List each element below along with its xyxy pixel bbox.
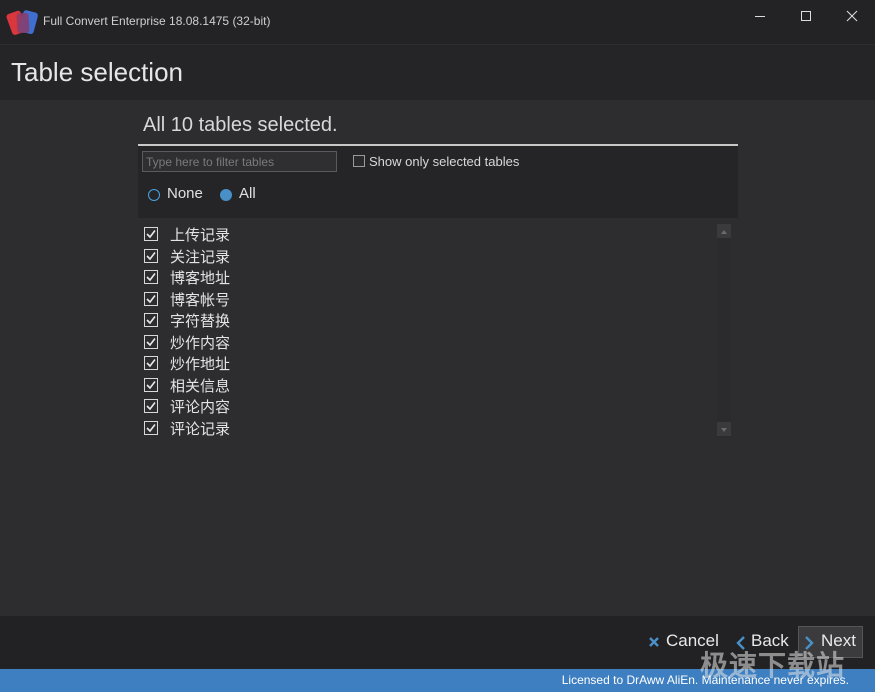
table-name: 博客帐号 <box>170 290 231 309</box>
table-name: 评论内容 <box>170 398 231 416</box>
arrow-down-icon <box>721 428 727 432</box>
close-button[interactable] <box>829 0 875 32</box>
app-logo-icon <box>6 7 40 37</box>
back-label: Back <box>751 631 789 650</box>
maximize-icon <box>801 11 811 21</box>
chevron-right-icon <box>805 636 814 650</box>
cancel-label: Cancel <box>666 631 719 650</box>
checkbox-checked-icon[interactable] <box>144 356 158 370</box>
table-list: 上传记录 关注记录 博客地址 博客帐号 字符替换 炒作内容 炒作地址 相关信息 … <box>138 222 738 439</box>
table-item[interactable]: 关注记录 <box>138 246 698 267</box>
radio-selected-icon[interactable] <box>220 189 232 201</box>
next-button[interactable]: Next <box>798 626 863 658</box>
checkbox-checked-icon[interactable] <box>144 377 158 392</box>
table-name: 相关信息 <box>170 376 231 395</box>
checkbox-checked-icon[interactable] <box>144 399 158 413</box>
checkbox-checked-icon[interactable] <box>144 291 158 306</box>
table-name: 炒作内容 <box>170 333 231 352</box>
table-name: 炒作地址 <box>170 355 231 373</box>
list-scrollbar[interactable] <box>717 224 731 438</box>
table-name: 上传记录 <box>170 226 231 244</box>
checkbox-checked-icon[interactable] <box>144 248 158 263</box>
selection-summary: All 10 tables selected. <box>143 114 338 136</box>
status-bar: Licensed to DrAww AliEn. Maintenance nev… <box>0 669 875 692</box>
table-name: 博客地址 <box>170 269 231 287</box>
minimize-icon <box>755 16 765 17</box>
checkbox-checked-icon[interactable] <box>144 420 158 435</box>
radio-none-label: None <box>167 185 203 202</box>
page-header: Table selection <box>0 45 875 100</box>
chevron-left-icon <box>736 636 745 650</box>
checkbox-checked-icon[interactable] <box>144 227 158 241</box>
table-item[interactable]: 炒作内容 <box>138 332 698 353</box>
x-icon <box>649 637 659 647</box>
table-item[interactable]: 炒作地址 <box>138 353 698 374</box>
back-button[interactable]: Back <box>734 628 792 658</box>
license-text: Licensed to DrAww AliEn. Maintenance nev… <box>561 673 849 687</box>
checkbox-checked-icon[interactable] <box>144 270 158 284</box>
wizard-footer: Cancel Back Next <box>0 616 875 669</box>
table-name: 评论记录 <box>170 419 231 438</box>
page-title: Table selection <box>11 57 183 87</box>
window-title: Full Convert Enterprise 18.08.1475 (32-b… <box>43 14 271 28</box>
checkbox-box[interactable] <box>353 155 365 167</box>
cancel-button[interactable]: Cancel <box>646 628 720 658</box>
table-item[interactable]: 评论记录 <box>138 418 698 439</box>
table-item[interactable]: 评论内容 <box>138 396 698 417</box>
table-item[interactable]: 相关信息 <box>138 375 698 396</box>
close-icon <box>846 10 858 22</box>
maximize-button[interactable] <box>783 0 829 32</box>
table-item[interactable]: 字符替换 <box>138 310 698 331</box>
minimize-button[interactable] <box>737 0 783 32</box>
filter-panel: Show only selected tables None All <box>138 146 738 218</box>
radio-all-label: All <box>239 185 256 202</box>
arrow-up-icon <box>721 230 727 234</box>
table-name: 字符替换 <box>170 312 231 330</box>
show-only-selected-label: Show only selected tables <box>369 154 520 169</box>
scroll-up-button[interactable] <box>717 224 731 238</box>
table-name: 关注记录 <box>170 247 231 266</box>
title-bar: Full Convert Enterprise 18.08.1475 (32-b… <box>0 0 875 44</box>
radio-unselected-icon[interactable] <box>148 189 160 201</box>
table-item[interactable]: 博客地址 <box>138 267 698 288</box>
filter-tables-input[interactable] <box>142 151 337 172</box>
next-label: Next <box>821 631 856 650</box>
table-item[interactable]: 上传记录 <box>138 224 698 245</box>
scroll-down-button[interactable] <box>717 422 731 436</box>
table-item[interactable]: 博客帐号 <box>138 289 698 310</box>
checkbox-checked-icon[interactable] <box>144 334 158 349</box>
checkbox-checked-icon[interactable] <box>144 313 158 327</box>
